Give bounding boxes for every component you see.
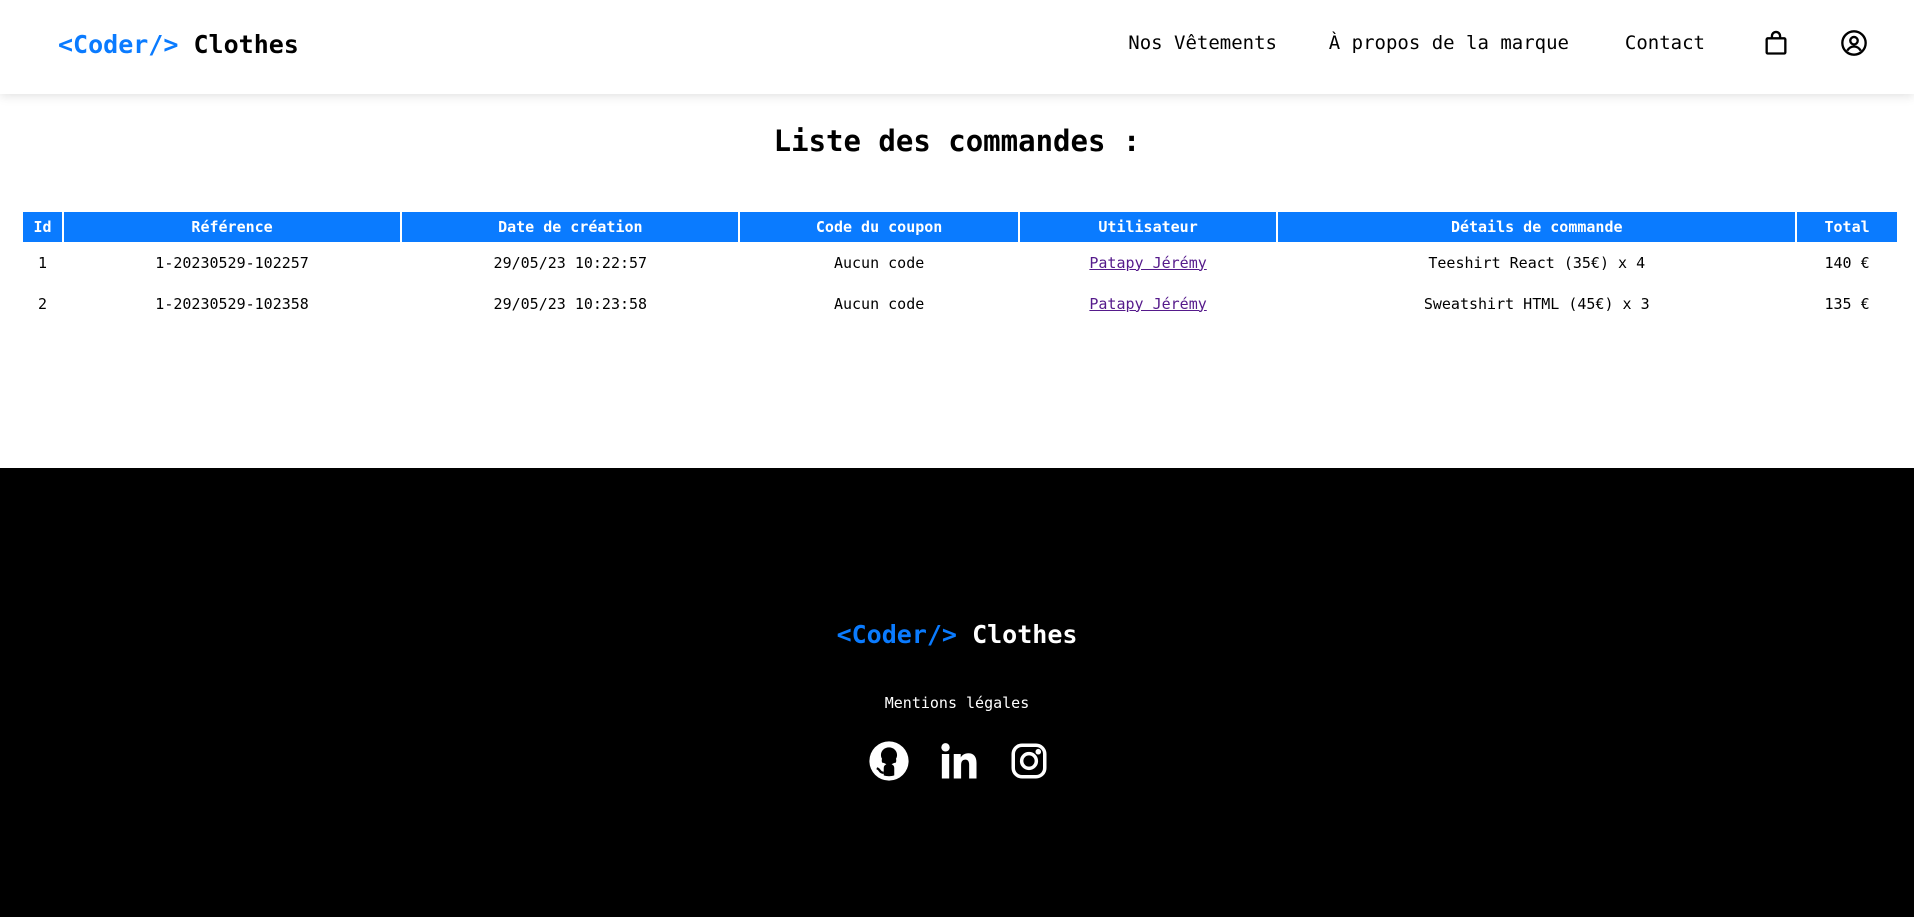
column-header-user: Utilisateur xyxy=(1019,212,1277,242)
column-header-date: Date de création xyxy=(402,212,739,242)
cell-reference: 1-20230529-102257 xyxy=(155,253,309,272)
footer-logo-brand-text: Clothes xyxy=(972,620,1078,649)
social-links xyxy=(868,740,1050,782)
legal-notice-link[interactable]: Mentions légales xyxy=(0,694,1914,712)
cell-details: Sweatshirt HTML (45€) x 3 xyxy=(1423,294,1650,313)
linkedin-icon[interactable] xyxy=(938,740,980,782)
column-header-id: Id xyxy=(23,212,62,242)
cell-total: 140 € xyxy=(1824,253,1870,272)
site-header: <Coder/> Clothes Nos Vêtements À propos … xyxy=(0,0,1914,94)
site-logo[interactable]: <Coder/> Clothes xyxy=(58,30,299,59)
logo-code-text: <Coder/> xyxy=(58,30,179,59)
cell-coupon: Aucun code xyxy=(833,253,925,272)
cell-total: 135 € xyxy=(1824,294,1870,313)
orders-table: Id Référence Date de création Code du co… xyxy=(21,212,1899,324)
site-footer: <Coder/> Clothes Mentions légales xyxy=(0,468,1914,917)
cell-coupon: Aucun code xyxy=(833,294,925,313)
footer-logo[interactable]: <Coder/> Clothes xyxy=(0,620,1914,649)
table-row: 2 1-20230529-102358 29/05/23 10:23:58 Au… xyxy=(23,283,1897,324)
cell-id: 1 xyxy=(37,253,47,272)
user-link[interactable]: Patapy Jérémy xyxy=(1089,295,1206,313)
column-header-reference: Référence xyxy=(63,212,401,242)
nav-link-contact[interactable]: Contact xyxy=(1625,32,1705,54)
shopping-bag-icon[interactable] xyxy=(1762,29,1790,57)
main-content: Liste des commandes : Id Référence Date … xyxy=(0,94,1914,468)
column-header-total: Total xyxy=(1797,212,1897,242)
github-icon[interactable] xyxy=(868,740,910,782)
column-header-details: Détails de commande xyxy=(1278,212,1796,242)
cell-id: 2 xyxy=(37,294,47,313)
logo-brand-text: Clothes xyxy=(193,30,299,59)
user-circle-icon[interactable] xyxy=(1840,29,1868,57)
cell-reference: 1-20230529-102358 xyxy=(155,294,309,313)
cell-details: Teeshirt React (35€) x 4 xyxy=(1428,253,1646,272)
table-row: 1 1-20230529-102257 29/05/23 10:22:57 Au… xyxy=(23,242,1897,283)
nav-link-about[interactable]: À propos de la marque xyxy=(1329,32,1569,54)
cell-user: Patapy Jérémy xyxy=(1020,242,1277,283)
column-header-coupon: Code du coupon xyxy=(740,212,1018,242)
table-header-row: Id Référence Date de création Code du co… xyxy=(23,212,1897,242)
nav-link-clothes[interactable]: Nos Vêtements xyxy=(1128,32,1277,54)
page-title: Liste des commandes : xyxy=(773,124,1141,158)
footer-logo-code-text: <Coder/> xyxy=(836,620,957,649)
cell-date: 29/05/23 10:23:58 xyxy=(493,294,648,313)
cell-user: Patapy Jérémy xyxy=(1020,283,1277,324)
instagram-icon[interactable] xyxy=(1008,740,1050,782)
cell-date: 29/05/23 10:22:57 xyxy=(493,253,648,272)
user-link[interactable]: Patapy Jérémy xyxy=(1089,254,1206,272)
